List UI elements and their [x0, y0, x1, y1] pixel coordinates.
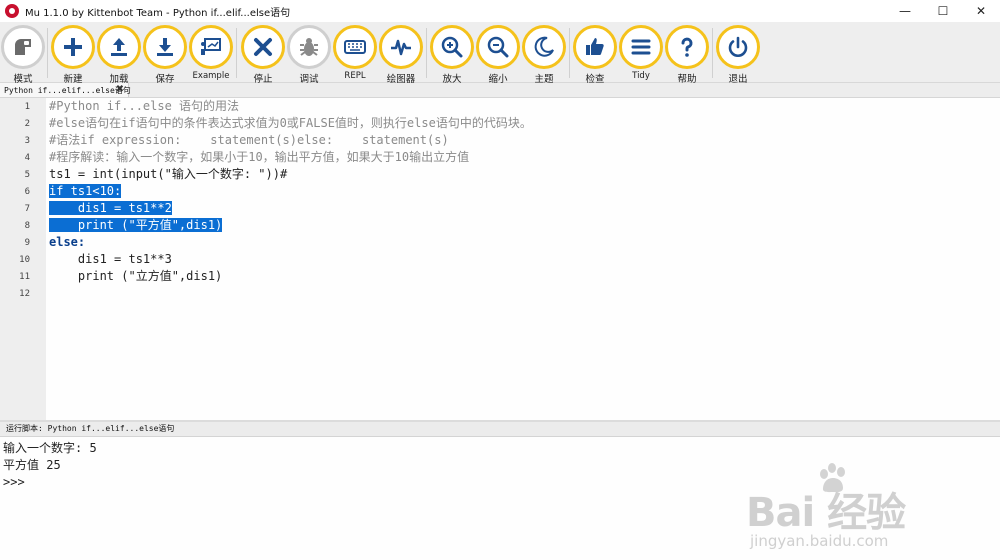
quit-button[interactable]: 退出	[715, 25, 761, 85]
code-line: #程序解读：输入一个数字，如果小于10，输出平方值，如果大于10输出立方值	[49, 150, 470, 164]
title-bar: Mu 1.1.0 by Kittenbot Team - Python if..…	[0, 0, 1000, 23]
example-button[interactable]: Example	[188, 25, 234, 81]
mode-button[interactable]: 模式	[0, 25, 46, 85]
line-number: 12	[19, 289, 30, 299]
mode-icon	[15, 39, 31, 55]
bug-icon	[300, 38, 318, 56]
line-number: 3	[24, 136, 30, 146]
line-number: 9	[24, 238, 30, 248]
thumbs-up-icon	[586, 38, 604, 55]
code-line-selected: if ts1<10:	[49, 183, 122, 200]
toolbar-separator	[236, 28, 237, 78]
window-controls: — ☐ ✕	[886, 0, 1000, 22]
console-line: 平方值 25	[3, 458, 61, 472]
baidu-watermark: Bai 经验 jingyan.baidu.com	[742, 462, 982, 552]
watermark-url: jingyan.baidu.com	[750, 532, 889, 550]
plotter-button[interactable]: 绘图器	[378, 25, 424, 85]
toolbar-separator	[712, 28, 713, 78]
code-line: dis1 = ts1**3	[49, 252, 172, 266]
selected-text: dis1 = ts1**2	[49, 201, 172, 215]
upload-icon	[111, 38, 127, 56]
zoom-out-icon	[487, 36, 509, 58]
zoom-in-icon	[441, 36, 463, 58]
code-editor[interactable]: 1 2 3 4 5 6 7 8 9 10 11 12 #Python if...…	[0, 98, 1000, 420]
code-line: #Python if...else 语句的用法	[49, 99, 240, 113]
toolbar-separator	[47, 28, 48, 78]
load-button[interactable]: 加载	[96, 25, 142, 85]
zoom-out-button[interactable]: 缩小	[475, 25, 521, 85]
line-number: 2	[24, 119, 30, 129]
keyboard-icon	[344, 40, 366, 54]
mu-logo-icon	[5, 4, 19, 18]
question-icon	[681, 37, 693, 57]
line-number: 5	[24, 170, 30, 180]
plus-icon	[64, 38, 82, 56]
line-number: 1	[24, 102, 30, 112]
run-script-label: 运行脚本: Python if...elif...else语句	[6, 424, 175, 433]
line-number: 6	[24, 187, 30, 197]
window-title: Mu 1.1.0 by Kittenbot Team - Python if..…	[25, 7, 291, 19]
check-button[interactable]: 检查	[572, 25, 618, 85]
stop-icon	[254, 38, 272, 56]
code-line: #else语句在if语句中的条件表达式求值为0或FALSE值时，则执行else语…	[49, 116, 532, 130]
selected-text: print ("平方值",dis1)	[49, 218, 223, 232]
power-icon	[728, 36, 748, 57]
tab-label: Python if...elif...else语句	[4, 85, 131, 95]
line-number-gutter: 1 2 3 4 5 6 7 8 9 10 11 12	[0, 98, 46, 420]
tab-bar: Python if...elif...else语句 ✖	[0, 83, 1000, 98]
close-button[interactable]: ✕	[962, 0, 1000, 22]
toolbar-separator	[569, 28, 570, 78]
console-prompt: >>>	[3, 475, 25, 489]
pulse-icon	[391, 39, 411, 56]
code-line-selected: print ("平方值",dis1)	[49, 217, 223, 234]
tidy-button[interactable]: Tidy	[618, 25, 664, 81]
line-number: 7	[24, 204, 30, 214]
code-line: #语法if expression: statement(s)else: stat…	[49, 133, 449, 147]
maximize-button[interactable]: ☐	[924, 0, 962, 22]
toolbar: 模式 新建 加载 保存 Example 停止 调试 REPL 绘图器 放大 缩小…	[0, 22, 1000, 85]
line-number: 8	[24, 221, 30, 231]
code-line: else:	[49, 235, 86, 249]
line-number: 10	[19, 255, 30, 265]
theme-button[interactable]: 主题	[521, 25, 567, 85]
debug-button[interactable]: 调试	[286, 25, 332, 85]
code-line: ts1 = int(input("输入一个数字: "))#	[49, 167, 288, 181]
save-button[interactable]: 保存	[142, 25, 188, 85]
code-line-selected: dis1 = ts1**2	[49, 200, 172, 217]
tab-close-icon[interactable]: ✖	[116, 83, 124, 97]
code-line: print ("立方值",dis1)	[49, 269, 223, 283]
new-button[interactable]: 新建	[50, 25, 96, 85]
line-number: 11	[19, 272, 30, 282]
stop-button[interactable]: 停止	[240, 25, 286, 85]
presentation-icon	[201, 38, 221, 55]
moon-icon	[534, 36, 554, 57]
tab-python-file[interactable]: Python if...elif...else语句 ✖	[0, 83, 131, 97]
repl-button[interactable]: REPL	[332, 25, 378, 81]
lines-icon	[631, 39, 651, 55]
zoom-in-button[interactable]: 放大	[429, 25, 475, 85]
selected-text: if ts1<10:	[49, 184, 122, 198]
minimize-button[interactable]: —	[886, 0, 924, 22]
line-number: 4	[24, 153, 30, 163]
paw-icon	[820, 463, 845, 493]
download-icon	[157, 38, 173, 56]
toolbar-separator	[426, 28, 427, 78]
help-button[interactable]: 帮助	[664, 25, 710, 85]
output-pane-header: 运行脚本: Python if...elif...else语句	[0, 422, 1000, 437]
console-line: 输入一个数字: 5	[3, 441, 97, 455]
